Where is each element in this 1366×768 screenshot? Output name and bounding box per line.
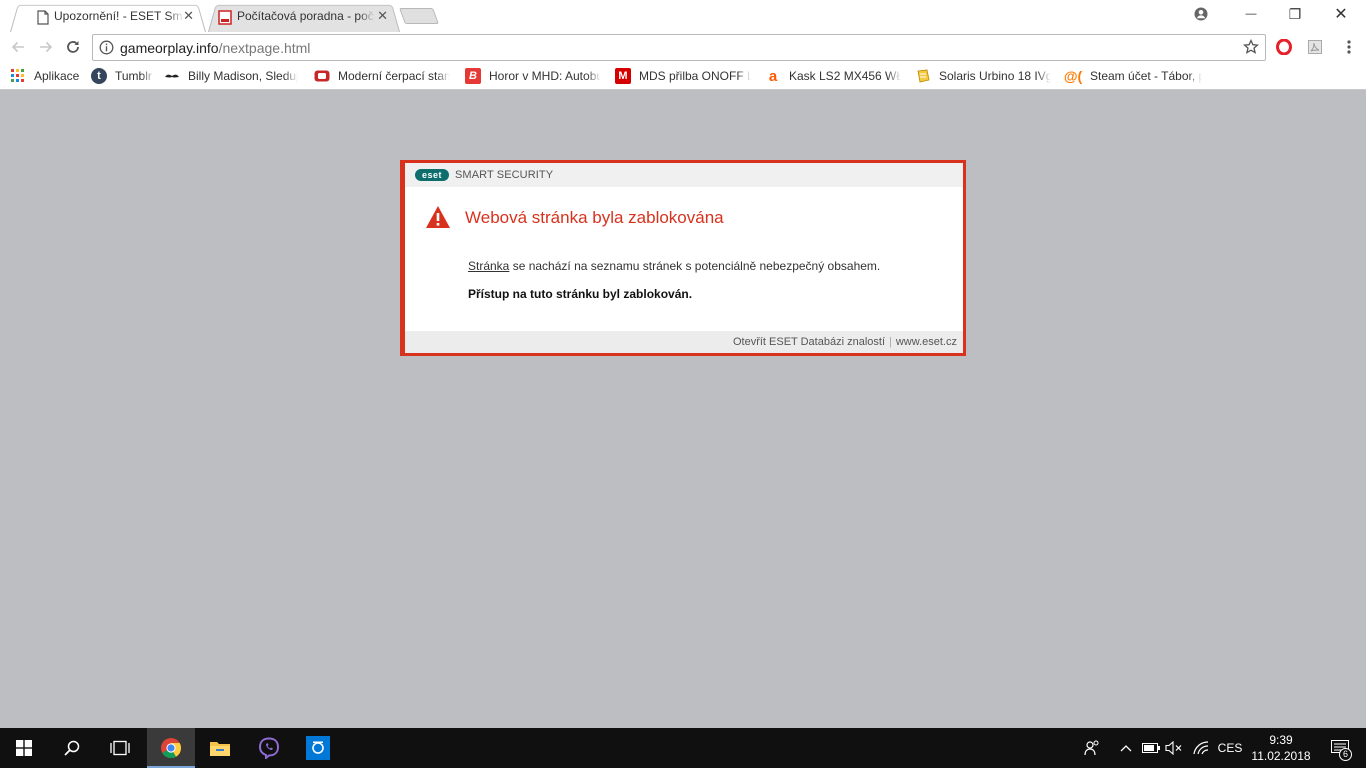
poradna-favicon-icon — [218, 10, 232, 25]
bookmark-mds-prilba[interactable]: M MDS přilba ONOFF Lux — [615, 66, 751, 86]
bookmark-tumblr[interactable]: t Tumblr — [91, 66, 155, 86]
tab-title: Počítačová poradna - počítače — [237, 9, 375, 23]
notification-count-badge: 6 — [1339, 748, 1352, 761]
clock[interactable]: 9:39 11.02.2018 — [1246, 732, 1316, 764]
eset-product-name: SMART SECURITY — [455, 169, 554, 181]
tab-close-icon[interactable]: ✕ — [377, 9, 388, 23]
allegro-icon: a — [768, 67, 778, 85]
viber-icon — [258, 737, 280, 759]
volume-muted-icon[interactable] — [1163, 728, 1185, 768]
close-window-button[interactable]: ✕ — [1318, 0, 1364, 28]
search-button[interactable] — [48, 728, 96, 768]
taskbar-viber[interactable] — [245, 728, 293, 768]
restore-button[interactable]: ❐ — [1272, 0, 1318, 28]
eset-logo: eset — [415, 169, 449, 181]
bookmark-label: Steam účet - Tábor, pos — [1090, 69, 1202, 83]
bookmark-star-icon[interactable] — [1243, 39, 1259, 55]
bookmark-label: Billy Madison, Sleduj — [188, 69, 298, 83]
action-center-button[interactable]: 6 — [1320, 728, 1360, 768]
arrow-left-icon — [11, 41, 24, 53]
eset-footer: Otevřít ESET Databázi znalostí | www.eset.… — [405, 331, 963, 353]
back-button[interactable] — [7, 36, 29, 58]
block-message-text: se nachází na seznamu stránek s potenciá… — [509, 259, 881, 273]
bookmark-label: Moderní čerpací stanice — [338, 69, 450, 83]
tab-title: Upozornění! - ESET Smart Security — [54, 9, 184, 23]
minimize-button[interactable]: — — [1228, 0, 1274, 28]
clock-time: 9:39 — [1269, 733, 1293, 747]
info-icon[interactable] — [99, 40, 114, 55]
browser-toolbar: gameorplay.info/nextpage.html — [0, 32, 1366, 62]
reload-button[interactable] — [62, 36, 84, 58]
arrow-right-icon — [40, 41, 53, 53]
tab-strip: Upozornění! - ESET Smart Security ✕ Počí… — [0, 0, 1366, 32]
access-blocked-text: Přístup na tuto stránku byl zablokován. — [468, 287, 693, 301]
bookmark-moderni-cerpaci[interactable]: Moderní čerpací stanice — [314, 66, 450, 86]
bookmark-steam-ucet[interactable]: @( Steam účet - Tábor, pos — [1064, 66, 1202, 86]
wifi-icon[interactable] — [1190, 728, 1212, 768]
new-tab-button[interactable] — [399, 8, 439, 24]
bookmark-label: Tumblr — [115, 69, 155, 83]
bookmark-kask-ls2[interactable]: a Kask LS2 MX456 WŁC — [765, 66, 901, 86]
app-tile-icon — [306, 736, 330, 760]
apps-grid-icon — [10, 68, 26, 84]
block-title: Webová stránka byla zablokována — [465, 208, 724, 227]
eset-website-link[interactable]: www.eset.cz — [896, 336, 957, 348]
mustache-icon — [164, 68, 180, 84]
folder-icon — [210, 742, 230, 756]
task-view-icon — [110, 740, 130, 756]
pdf-extension-icon[interactable] — [1306, 38, 1324, 56]
taskbar-file-explorer[interactable] — [196, 728, 244, 768]
bookmark-billy-madison[interactable]: Billy Madison, Sleduj — [164, 66, 298, 86]
start-button[interactable] — [0, 728, 48, 768]
bookmark-label: MDS přilba ONOFF Lux — [639, 69, 751, 83]
battery-icon[interactable] — [1140, 728, 1162, 768]
bookmarks-bar: Aplikace t Tumblr Billy Madison, Sleduj … — [0, 62, 1366, 90]
eset-block-panel: eset SMART SECURITY Webová stránka byla … — [400, 160, 966, 356]
windows-logo-icon — [16, 740, 32, 756]
bus-icon — [915, 68, 931, 84]
input-language[interactable]: CES — [1213, 728, 1247, 768]
bookmark-solaris-urbino[interactable]: Solaris Urbino 18 IVgen — [915, 66, 1051, 86]
bookmark-label: Horor v MHD: Autobus — [489, 69, 601, 83]
address-bar[interactable]: gameorplay.info/nextpage.html — [92, 34, 1266, 61]
profile-icon[interactable] — [1178, 0, 1224, 28]
at-icon: @( — [1063, 68, 1083, 84]
bookmark-label: Solaris Urbino 18 IVgen — [939, 69, 1051, 83]
warning-icon — [426, 206, 450, 228]
people-icon[interactable] — [1080, 728, 1104, 768]
chrome-icon — [161, 738, 182, 759]
search-icon — [64, 740, 80, 756]
tab-pocitacova-poradna[interactable]: Počítačová poradna - počítače ✕ — [208, 2, 400, 32]
footer-separator: | — [889, 336, 892, 348]
url-text[interactable]: gameorplay.info/nextpage.html — [120, 40, 310, 56]
taskbar: CES 9:39 11.02.2018 6 — [0, 728, 1366, 768]
clock-date: 11.02.2018 — [1251, 749, 1311, 763]
page-link[interactable]: Stránka — [468, 259, 509, 273]
m-icon: M — [615, 68, 631, 84]
tab-eset-warning[interactable]: Upozornění! - ESET Smart Security ✕ — [10, 2, 206, 32]
block-message: Stránka se nachází na seznamu stránek s … — [468, 259, 880, 273]
taskbar-app[interactable] — [294, 728, 342, 768]
task-view-button[interactable] — [96, 728, 144, 768]
eset-header: eset SMART SECURITY — [405, 163, 963, 187]
tumblr-icon: t — [91, 68, 107, 84]
page-icon — [37, 10, 49, 25]
bookmark-aplikace[interactable]: Aplikace — [10, 66, 79, 86]
reload-icon — [67, 41, 79, 53]
knowledge-base-link[interactable]: Otevřít ESET Databázi znalostí — [733, 336, 885, 348]
url-path: /nextpage.html — [218, 40, 311, 56]
bookmark-label: Kask LS2 MX456 WŁC — [789, 69, 901, 83]
bookmark-horor-v-mhd[interactable]: B Horor v MHD: Autobus — [465, 66, 601, 86]
opera-extension-icon[interactable] — [1275, 38, 1293, 56]
show-hidden-icons-chevron-up-icon[interactable] — [1116, 728, 1136, 768]
b-icon: B — [465, 68, 481, 84]
forward-button[interactable] — [35, 36, 57, 58]
bookmark-label: Aplikace — [34, 69, 80, 83]
url-host: gameorplay.info — [120, 40, 219, 56]
taskbar-chrome[interactable] — [147, 728, 195, 768]
pump-icon — [314, 68, 330, 84]
menu-kebab-icon[interactable] — [1340, 38, 1358, 56]
tab-close-icon[interactable]: ✕ — [183, 9, 194, 23]
page-content: eset SMART SECURITY Webová stránka byla … — [0, 91, 1366, 728]
